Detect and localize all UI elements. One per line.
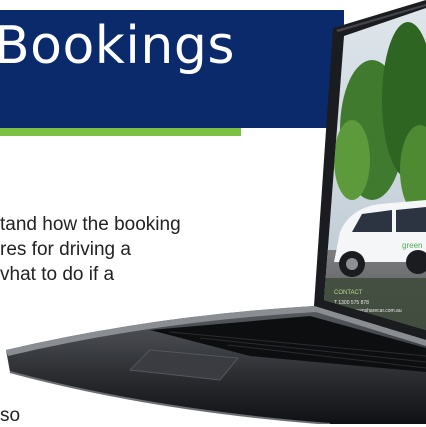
title-banner: Bookings (0, 10, 344, 128)
page-title: Bookings (0, 16, 235, 76)
intro-line-2: res for driving a (0, 239, 131, 260)
accent-bar (0, 128, 241, 136)
contact-label: CONTACT (334, 290, 363, 296)
car-logo: green (402, 241, 422, 250)
intro-text: tand how the booking res for driving a v… (0, 212, 350, 287)
intro-line-1: tand how the booking (0, 214, 181, 235)
intro-line-3: vhat to do if a (0, 264, 115, 285)
laptop-base (6, 306, 426, 424)
